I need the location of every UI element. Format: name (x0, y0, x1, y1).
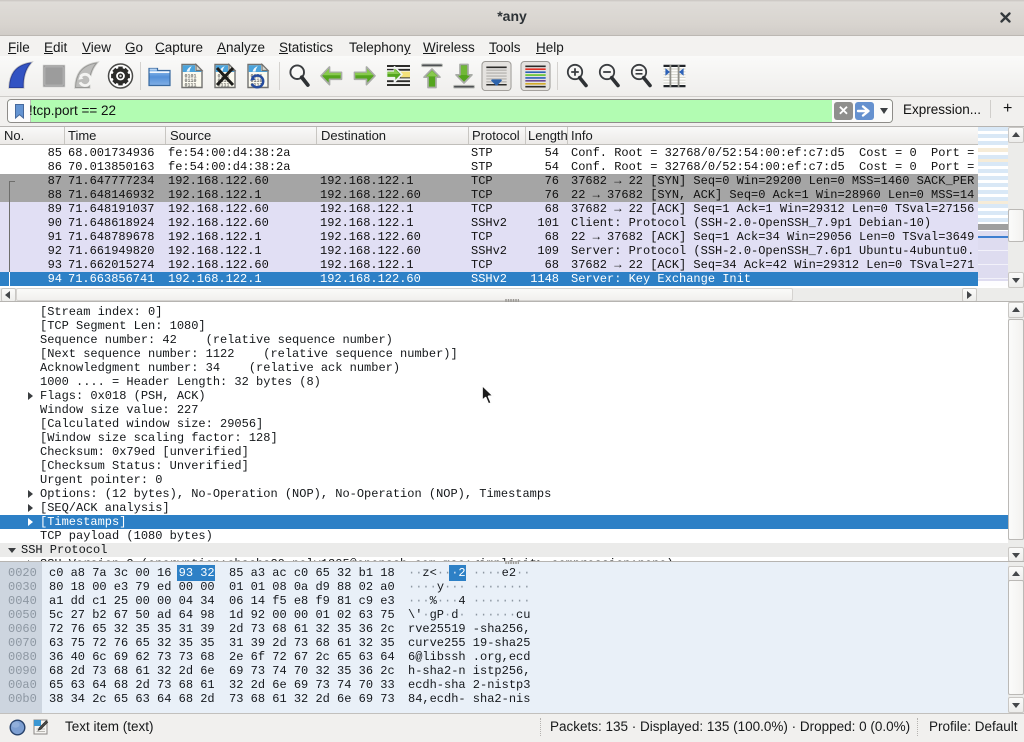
svg-text:0111: 0111 (185, 83, 197, 89)
